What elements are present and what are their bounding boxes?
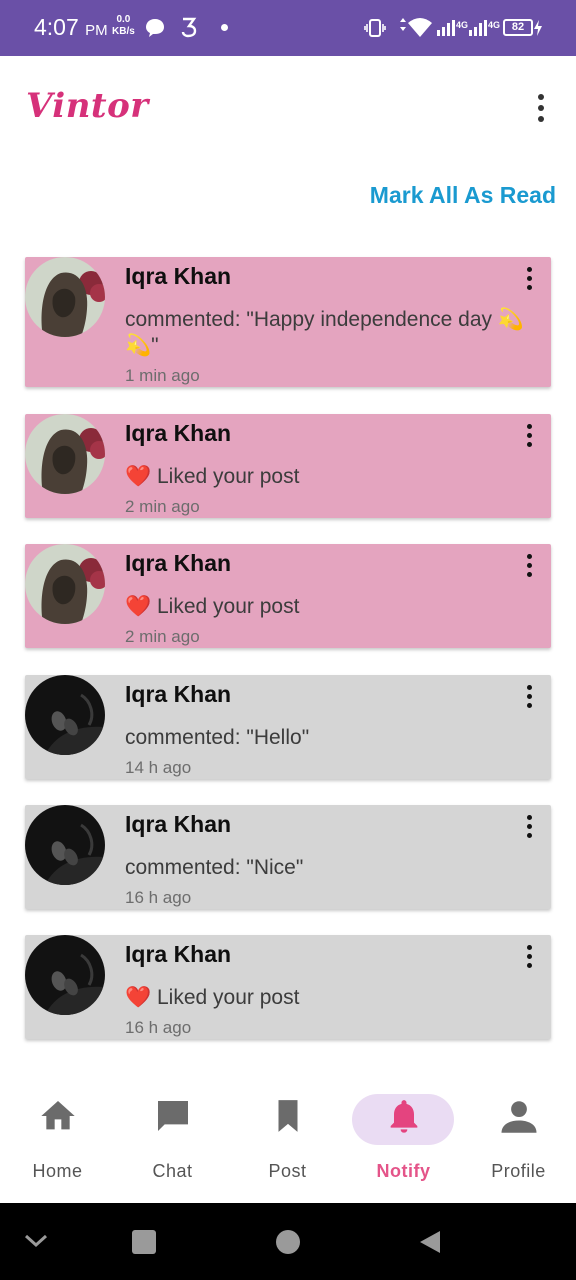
notification-sender: Iqra Khan — [125, 941, 232, 967]
more-vert-icon[interactable] — [521, 422, 541, 450]
app-title: Vintor — [26, 86, 149, 126]
nav-home[interactable]: Home — [0, 1082, 115, 1203]
more-vert-icon[interactable] — [521, 683, 541, 711]
notification-time: 2 min ago — [125, 627, 200, 646]
avatar[interactable] — [25, 544, 105, 624]
notification-sender: Iqra Khan — [125, 420, 232, 446]
status-time-value: 4:07 — [34, 14, 79, 40]
notification-dot-icon — [221, 24, 228, 31]
notification-card[interactable]: Iqra Khan ❤️ Liked your post 16 h ago — [25, 935, 551, 1039]
mark-all-read-button[interactable]: Mark All As Read — [370, 182, 556, 209]
status-time-ampm: PM — [85, 22, 108, 39]
battery-level: 82 — [511, 21, 525, 33]
bookmark-icon — [278, 1100, 297, 1132]
notification-card[interactable]: Iqra Khan commented: "Happy independence… — [25, 257, 551, 387]
net-speed: 0.0 KB/s — [112, 14, 135, 38]
notification-message: ❤️ Liked your post — [125, 986, 300, 1009]
nav-notify[interactable]: Notify — [346, 1082, 461, 1203]
messenger-icon — [146, 19, 164, 37]
notification-time: 2 min ago — [125, 497, 200, 516]
bell-icon — [390, 1100, 417, 1133]
sync-icon — [181, 17, 197, 38]
app-header: Vintor — [0, 56, 576, 160]
nav-notify-label: Notify — [376, 1161, 431, 1181]
bottom-navigation: Home Chat Post Notify Profile — [0, 1082, 576, 1203]
notification-message: commented: "Hello" — [125, 726, 310, 749]
nav-profile-label: Profile — [491, 1161, 546, 1181]
network-type-1: 4G — [456, 20, 469, 30]
network-type-2: 4G — [488, 20, 501, 30]
avatar[interactable] — [25, 675, 105, 755]
more-vert-icon[interactable] — [530, 92, 552, 124]
more-vert-icon[interactable] — [521, 552, 541, 580]
status-time: 4:07 PM — [34, 14, 108, 41]
nav-home-label: Home — [32, 1161, 83, 1181]
avatar[interactable] — [25, 257, 105, 337]
notification-time: 16 h ago — [125, 1018, 192, 1037]
net-speed-value: 0.0 — [116, 14, 131, 25]
notification-message: ❤️ Liked your post — [125, 595, 300, 618]
battery-indicator: 82 — [503, 19, 533, 36]
notification-message: commented: "Nice" — [125, 856, 304, 879]
vibrate-icon — [364, 19, 386, 37]
more-vert-icon[interactable] — [521, 943, 541, 971]
notification-sender: Iqra Khan — [125, 811, 232, 837]
notification-sender: Iqra Khan — [125, 550, 232, 576]
avatar[interactable] — [25, 935, 105, 1015]
chevron-down-icon[interactable] — [24, 1233, 48, 1249]
system-navigation-bar — [0, 1203, 576, 1280]
avatar[interactable] — [25, 414, 105, 494]
chat-icon — [157, 1101, 188, 1131]
nav-post-label: Post — [268, 1161, 307, 1181]
status-bar: 4:07 PM 0.0 KB/s 4G 4G 82 — [0, 0, 576, 56]
more-vert-icon[interactable] — [521, 265, 541, 293]
notification-card[interactable]: Iqra Khan commented: "Nice" 16 h ago — [25, 805, 551, 909]
nav-profile[interactable]: Profile — [461, 1082, 576, 1203]
avatar[interactable] — [25, 805, 105, 885]
notification-message: ❤️ Liked your post — [125, 465, 300, 488]
nav-chat-label: Chat — [152, 1161, 193, 1181]
notification-time: 16 h ago — [125, 888, 192, 907]
notification-card[interactable]: Iqra Khan ❤️ Liked your post 2 min ago — [25, 544, 551, 648]
notification-card[interactable]: Iqra Khan ❤️ Liked your post 2 min ago — [25, 414, 551, 518]
notification-time: 1 min ago — [125, 366, 200, 385]
notification-sender: Iqra Khan — [125, 681, 232, 707]
wifi-icon — [400, 18, 432, 37]
notification-sender: Iqra Khan — [125, 263, 232, 289]
notification-card[interactable]: Iqra Khan commented: "Hello" 14 h ago — [25, 675, 551, 779]
net-speed-unit: KB/s — [112, 26, 135, 37]
more-vert-icon[interactable] — [521, 813, 541, 841]
home-icon — [40, 1101, 75, 1130]
home-button-icon[interactable] — [276, 1230, 300, 1254]
notification-message: commented: "Happy independence day 💫💫" — [125, 308, 525, 357]
charging-icon — [534, 20, 542, 36]
nav-post[interactable]: Post — [230, 1082, 345, 1203]
nav-chat[interactable]: Chat — [115, 1082, 230, 1203]
recents-icon[interactable] — [132, 1230, 156, 1254]
person-icon — [501, 1101, 536, 1133]
back-icon[interactable] — [418, 1229, 442, 1255]
notification-time: 14 h ago — [125, 758, 192, 777]
